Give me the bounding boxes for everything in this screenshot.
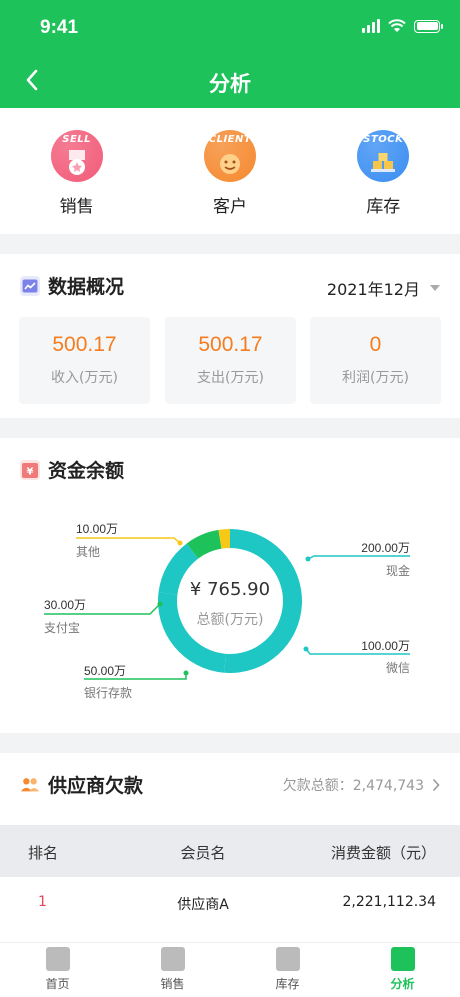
tab-analysis[interactable]: 分析 — [345, 943, 460, 997]
home-icon — [45, 947, 70, 971]
category-label: 库存 — [366, 197, 401, 217]
nav-header: 分析 — [0, 52, 460, 108]
tab-label: 销售 — [160, 977, 185, 991]
briefcase-icon — [160, 947, 185, 971]
chevron-right-icon — [432, 778, 440, 792]
tab-sales[interactable]: 销售 — [115, 943, 230, 997]
debt-total-link[interactable]: 欠款总额：2,474,743 — [283, 775, 440, 795]
wallet-yen-icon: ¥ — [20, 459, 40, 480]
leader-cash — [307, 555, 410, 560]
analysis-chart-icon — [390, 947, 415, 971]
page-title: 分析 — [209, 72, 251, 96]
column-member: 会员名 — [180, 844, 226, 862]
status-icons — [362, 19, 443, 33]
client-badge-icon: CLIENT — [203, 130, 256, 182]
stat-label: 利润(万元) — [342, 370, 409, 386]
row-amount: 2,221,112.34 — [342, 894, 436, 910]
table-header: 排名 会员名 消费金额（元） — [0, 825, 460, 877]
tab-label: 分析 — [390, 977, 415, 991]
funds-title: 资金余额 — [48, 460, 125, 482]
tab-home[interactable]: 首页 — [0, 943, 115, 997]
sell-badge-icon: SELL — [50, 130, 103, 182]
stat-profit: 0 利润(万元) — [310, 317, 441, 404]
donut-center-label: 总额(万元) — [196, 612, 264, 628]
label-value-cash: 200.00万 — [361, 541, 410, 555]
stat-value: 500.17 — [198, 333, 263, 356]
donut-center-value: ¥ 765.90 — [189, 579, 271, 600]
supplier-card: 供应商欠款 欠款总额：2,474,743 排名 会员名 消费金额（元） 1 供应… — [0, 753, 460, 943]
badge-tag: CLIENT — [208, 134, 252, 145]
label-name-other: 其他 — [76, 545, 101, 559]
label-value-other: 10.00万 — [76, 522, 119, 536]
tab-label: 首页 — [45, 977, 70, 991]
group-users-icon — [20, 775, 40, 795]
badge-tag: STOCK — [363, 134, 404, 145]
label-name-cash: 现金 — [385, 564, 410, 578]
label-name-alipay: 支付宝 — [44, 621, 81, 635]
table-row[interactable]: 1 供应商A 2,221,112.34 — [0, 877, 460, 929]
leader-bank-dot — [183, 670, 189, 676]
funds-header: ¥ 资金余额 — [20, 456, 124, 483]
wifi-icon — [388, 19, 406, 32]
donut-slice-微信 — [158, 592, 226, 673]
stat-expense: 500.17 支出(万元) — [165, 317, 296, 404]
overview-card: 数据概况 2021年12月 500.17 收入(万元) 500.17 支出(万元… — [0, 254, 460, 418]
column-rank: 排名 — [28, 844, 59, 862]
category-label: 客户 — [212, 197, 247, 217]
leader-other-dot — [177, 540, 183, 546]
label-name-wechat: 微信 — [385, 661, 410, 675]
badge-tag: SELL — [62, 134, 92, 145]
leader-wechat-dot — [303, 646, 309, 652]
stock-badge-icon: STOCK — [357, 130, 410, 182]
stat-value: 0 — [369, 333, 382, 356]
stat-value: 500.17 — [52, 333, 117, 356]
signal-icon — [362, 19, 380, 33]
tab-stock[interactable]: 库存 — [230, 943, 345, 997]
stat-label: 收入(万元) — [51, 370, 118, 386]
column-amount: 消费金额（元） — [330, 844, 436, 862]
label-name-bank: 银行存款 — [84, 686, 133, 700]
stat-label: 支出(万元) — [197, 370, 264, 386]
month-value: 2021年12月 — [326, 280, 420, 299]
category-client[interactable]: CLIENT 客户 — [153, 108, 306, 234]
supplier-header: 供应商欠款 — [20, 771, 143, 798]
caret-down-icon — [430, 285, 440, 291]
category-label: 销售 — [59, 197, 94, 217]
stat-income: 500.17 收入(万元) — [19, 317, 150, 404]
bottom-tab-bar: 首页 销售 库存 分析 — [0, 942, 460, 997]
funds-card: ¥ 资金余额 ¥ 765.90 总额(万元) 10.00万 其他 30.00万 … — [0, 438, 460, 733]
overview-header: 数据概况 — [20, 272, 124, 299]
trend-chart-icon — [20, 275, 40, 296]
label-value-wechat: 100.00万 — [361, 639, 410, 653]
warehouse-icon — [275, 947, 300, 971]
row-name: 供应商A — [177, 897, 229, 913]
status-bar: 9:41 — [0, 0, 460, 52]
overview-title: 数据概况 — [48, 276, 125, 298]
donut-slice-现金 — [224, 529, 302, 673]
battery-icon — [414, 19, 443, 33]
tab-label: 库存 — [275, 977, 300, 991]
row-rank: 1 — [38, 894, 47, 910]
category-stock[interactable]: STOCK 库存 — [307, 108, 460, 234]
svg-text:¥: ¥ — [27, 466, 34, 477]
supplier-title: 供应商欠款 — [48, 775, 144, 797]
category-shortcuts: SELL 销售 CLIENT 客户 STOCK 库存 — [0, 108, 460, 234]
leader-alipay-dot — [157, 601, 163, 607]
status-time: 9:41 — [40, 17, 79, 38]
debt-total: 欠款总额：2,474,743 — [282, 778, 424, 794]
category-sell[interactable]: SELL 销售 — [0, 108, 153, 234]
label-value-alipay: 30.00万 — [44, 598, 87, 612]
month-selector[interactable]: 2021年12月 — [327, 276, 440, 300]
label-value-bank: 50.00万 — [84, 664, 127, 678]
donut-chart: ¥ 765.90 总额(万元) 10.00万 其他 30.00万 支付宝 50.… — [0, 498, 460, 738]
leader-cash-dot — [305, 556, 311, 562]
